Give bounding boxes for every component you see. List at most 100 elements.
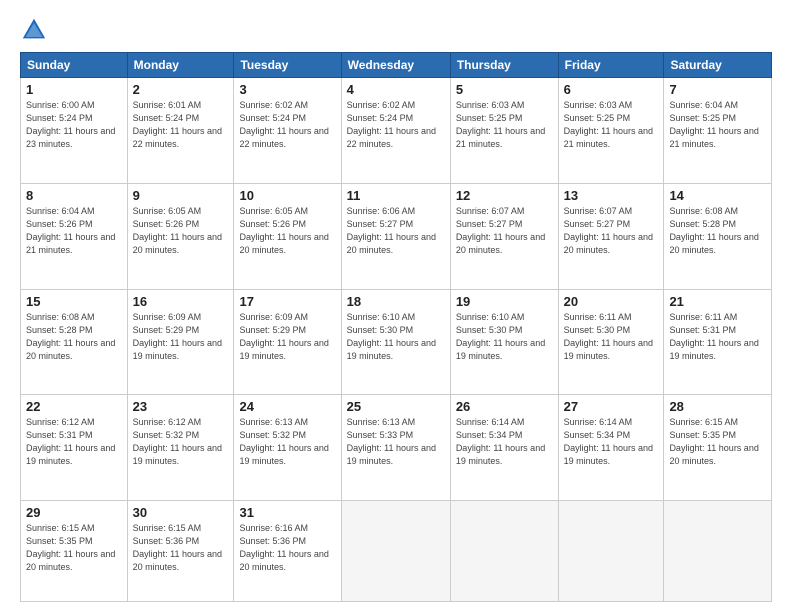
calendar-cell: 27 Sunrise: 6:14 AMSunset: 5:34 PMDaylig… bbox=[558, 395, 664, 501]
day-number: 2 bbox=[133, 82, 229, 97]
calendar-cell bbox=[341, 501, 450, 602]
calendar-cell bbox=[558, 501, 664, 602]
calendar-cell: 12 Sunrise: 6:07 AMSunset: 5:27 PMDaylig… bbox=[450, 183, 558, 289]
calendar-cell: 1 Sunrise: 6:00 AMSunset: 5:24 PMDayligh… bbox=[21, 78, 128, 184]
day-number: 23 bbox=[133, 399, 229, 414]
calendar-cell: 22 Sunrise: 6:12 AMSunset: 5:31 PMDaylig… bbox=[21, 395, 128, 501]
calendar-cell: 13 Sunrise: 6:07 AMSunset: 5:27 PMDaylig… bbox=[558, 183, 664, 289]
calendar-cell: 5 Sunrise: 6:03 AMSunset: 5:25 PMDayligh… bbox=[450, 78, 558, 184]
day-info: Sunrise: 6:04 AMSunset: 5:26 PMDaylight:… bbox=[26, 206, 115, 255]
week-row: 8 Sunrise: 6:04 AMSunset: 5:26 PMDayligh… bbox=[21, 183, 772, 289]
day-number: 6 bbox=[564, 82, 659, 97]
calendar-cell: 29 Sunrise: 6:15 AMSunset: 5:35 PMDaylig… bbox=[21, 501, 128, 602]
day-info: Sunrise: 6:04 AMSunset: 5:25 PMDaylight:… bbox=[669, 100, 758, 149]
day-info: Sunrise: 6:13 AMSunset: 5:32 PMDaylight:… bbox=[239, 417, 328, 466]
day-number: 16 bbox=[133, 294, 229, 309]
day-number: 12 bbox=[456, 188, 553, 203]
day-number: 30 bbox=[133, 505, 229, 520]
calendar-cell: 15 Sunrise: 6:08 AMSunset: 5:28 PMDaylig… bbox=[21, 289, 128, 395]
calendar-cell: 4 Sunrise: 6:02 AMSunset: 5:24 PMDayligh… bbox=[341, 78, 450, 184]
weekday-header: Tuesday bbox=[234, 53, 341, 78]
day-number: 13 bbox=[564, 188, 659, 203]
calendar-cell: 9 Sunrise: 6:05 AMSunset: 5:26 PMDayligh… bbox=[127, 183, 234, 289]
day-number: 9 bbox=[133, 188, 229, 203]
calendar-cell: 16 Sunrise: 6:09 AMSunset: 5:29 PMDaylig… bbox=[127, 289, 234, 395]
calendar-cell: 6 Sunrise: 6:03 AMSunset: 5:25 PMDayligh… bbox=[558, 78, 664, 184]
day-number: 1 bbox=[26, 82, 122, 97]
calendar-cell: 18 Sunrise: 6:10 AMSunset: 5:30 PMDaylig… bbox=[341, 289, 450, 395]
day-number: 26 bbox=[456, 399, 553, 414]
calendar-cell: 21 Sunrise: 6:11 AMSunset: 5:31 PMDaylig… bbox=[664, 289, 772, 395]
day-number: 5 bbox=[456, 82, 553, 97]
day-number: 4 bbox=[347, 82, 445, 97]
calendar-cell: 25 Sunrise: 6:13 AMSunset: 5:33 PMDaylig… bbox=[341, 395, 450, 501]
calendar-page: SundayMondayTuesdayWednesdayThursdayFrid… bbox=[0, 0, 792, 612]
day-info: Sunrise: 6:02 AMSunset: 5:24 PMDaylight:… bbox=[239, 100, 328, 149]
weekday-header: Saturday bbox=[664, 53, 772, 78]
weekday-header-row: SundayMondayTuesdayWednesdayThursdayFrid… bbox=[21, 53, 772, 78]
day-info: Sunrise: 6:15 AMSunset: 5:35 PMDaylight:… bbox=[669, 417, 758, 466]
calendar-cell bbox=[664, 501, 772, 602]
weekday-header: Friday bbox=[558, 53, 664, 78]
week-row: 22 Sunrise: 6:12 AMSunset: 5:31 PMDaylig… bbox=[21, 395, 772, 501]
calendar-cell: 17 Sunrise: 6:09 AMSunset: 5:29 PMDaylig… bbox=[234, 289, 341, 395]
week-row: 1 Sunrise: 6:00 AMSunset: 5:24 PMDayligh… bbox=[21, 78, 772, 184]
logo bbox=[20, 16, 50, 44]
day-number: 10 bbox=[239, 188, 335, 203]
weekday-header: Monday bbox=[127, 53, 234, 78]
day-info: Sunrise: 6:11 AMSunset: 5:31 PMDaylight:… bbox=[669, 312, 758, 361]
calendar-table: SundayMondayTuesdayWednesdayThursdayFrid… bbox=[20, 52, 772, 602]
day-info: Sunrise: 6:10 AMSunset: 5:30 PMDaylight:… bbox=[347, 312, 436, 361]
weekday-header: Thursday bbox=[450, 53, 558, 78]
day-number: 20 bbox=[564, 294, 659, 309]
day-info: Sunrise: 6:00 AMSunset: 5:24 PMDaylight:… bbox=[26, 100, 115, 149]
calendar-cell: 30 Sunrise: 6:15 AMSunset: 5:36 PMDaylig… bbox=[127, 501, 234, 602]
day-number: 15 bbox=[26, 294, 122, 309]
day-info: Sunrise: 6:03 AMSunset: 5:25 PMDaylight:… bbox=[564, 100, 653, 149]
calendar-cell: 3 Sunrise: 6:02 AMSunset: 5:24 PMDayligh… bbox=[234, 78, 341, 184]
weekday-header: Wednesday bbox=[341, 53, 450, 78]
logo-icon bbox=[20, 16, 48, 44]
day-info: Sunrise: 6:15 AMSunset: 5:35 PMDaylight:… bbox=[26, 523, 115, 572]
day-number: 3 bbox=[239, 82, 335, 97]
week-row: 29 Sunrise: 6:15 AMSunset: 5:35 PMDaylig… bbox=[21, 501, 772, 602]
day-number: 7 bbox=[669, 82, 766, 97]
day-info: Sunrise: 6:15 AMSunset: 5:36 PMDaylight:… bbox=[133, 523, 222, 572]
page-header bbox=[20, 16, 772, 44]
calendar-cell: 19 Sunrise: 6:10 AMSunset: 5:30 PMDaylig… bbox=[450, 289, 558, 395]
day-number: 27 bbox=[564, 399, 659, 414]
day-info: Sunrise: 6:05 AMSunset: 5:26 PMDaylight:… bbox=[133, 206, 222, 255]
day-number: 24 bbox=[239, 399, 335, 414]
day-info: Sunrise: 6:05 AMSunset: 5:26 PMDaylight:… bbox=[239, 206, 328, 255]
day-number: 29 bbox=[26, 505, 122, 520]
day-info: Sunrise: 6:16 AMSunset: 5:36 PMDaylight:… bbox=[239, 523, 328, 572]
day-info: Sunrise: 6:12 AMSunset: 5:31 PMDaylight:… bbox=[26, 417, 115, 466]
weekday-header: Sunday bbox=[21, 53, 128, 78]
calendar-cell: 28 Sunrise: 6:15 AMSunset: 5:35 PMDaylig… bbox=[664, 395, 772, 501]
day-info: Sunrise: 6:03 AMSunset: 5:25 PMDaylight:… bbox=[456, 100, 545, 149]
day-number: 25 bbox=[347, 399, 445, 414]
calendar-cell: 2 Sunrise: 6:01 AMSunset: 5:24 PMDayligh… bbox=[127, 78, 234, 184]
calendar-cell bbox=[450, 501, 558, 602]
day-number: 21 bbox=[669, 294, 766, 309]
day-info: Sunrise: 6:11 AMSunset: 5:30 PMDaylight:… bbox=[564, 312, 653, 361]
calendar-cell: 7 Sunrise: 6:04 AMSunset: 5:25 PMDayligh… bbox=[664, 78, 772, 184]
day-info: Sunrise: 6:14 AMSunset: 5:34 PMDaylight:… bbox=[564, 417, 653, 466]
day-info: Sunrise: 6:13 AMSunset: 5:33 PMDaylight:… bbox=[347, 417, 436, 466]
week-row: 15 Sunrise: 6:08 AMSunset: 5:28 PMDaylig… bbox=[21, 289, 772, 395]
day-info: Sunrise: 6:08 AMSunset: 5:28 PMDaylight:… bbox=[26, 312, 115, 361]
calendar-cell: 20 Sunrise: 6:11 AMSunset: 5:30 PMDaylig… bbox=[558, 289, 664, 395]
day-number: 11 bbox=[347, 188, 445, 203]
day-info: Sunrise: 6:07 AMSunset: 5:27 PMDaylight:… bbox=[456, 206, 545, 255]
day-info: Sunrise: 6:10 AMSunset: 5:30 PMDaylight:… bbox=[456, 312, 545, 361]
day-number: 31 bbox=[239, 505, 335, 520]
day-info: Sunrise: 6:14 AMSunset: 5:34 PMDaylight:… bbox=[456, 417, 545, 466]
calendar-cell: 8 Sunrise: 6:04 AMSunset: 5:26 PMDayligh… bbox=[21, 183, 128, 289]
day-info: Sunrise: 6:07 AMSunset: 5:27 PMDaylight:… bbox=[564, 206, 653, 255]
calendar-cell: 10 Sunrise: 6:05 AMSunset: 5:26 PMDaylig… bbox=[234, 183, 341, 289]
day-number: 14 bbox=[669, 188, 766, 203]
day-info: Sunrise: 6:09 AMSunset: 5:29 PMDaylight:… bbox=[133, 312, 222, 361]
day-number: 19 bbox=[456, 294, 553, 309]
day-number: 22 bbox=[26, 399, 122, 414]
day-number: 17 bbox=[239, 294, 335, 309]
